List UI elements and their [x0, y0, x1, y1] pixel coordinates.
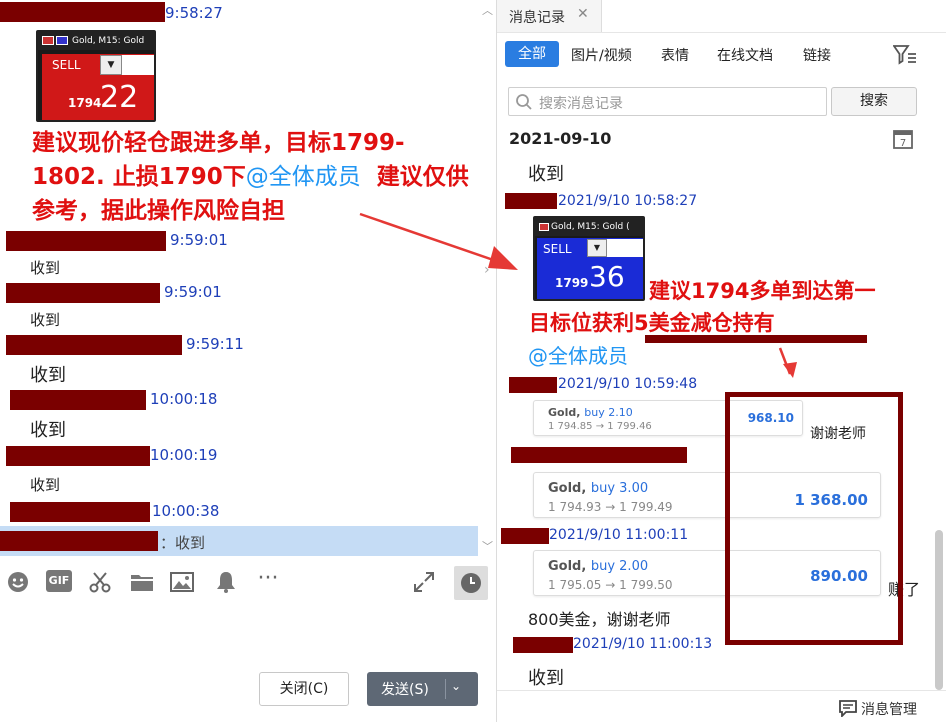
svg-text:7: 7	[900, 138, 906, 149]
message-time: 2021/9/10 10:59:48	[558, 376, 698, 392]
chat-panel: 9:58:27 Gold, M15: Gold SELL ▼ 1794 22 建…	[0, 0, 496, 722]
flag-icon	[56, 36, 68, 45]
message-text: 建议现价轻仓跟进多单，目标1799-	[32, 130, 405, 156]
message-time: 9:59:11	[186, 335, 244, 353]
message-time: 10:00:18	[150, 390, 218, 408]
bell-icon[interactable]	[214, 570, 238, 594]
clock-icon	[461, 573, 481, 593]
redacted-name	[501, 528, 549, 544]
filter-all[interactable]: 全部	[505, 41, 559, 67]
message-time: 9:59:01	[170, 231, 228, 249]
filter-sticker[interactable]: 表情	[661, 45, 689, 65]
input-toolbar: GIF ···	[0, 566, 496, 600]
dropdown-icon: ▼	[100, 55, 122, 75]
close-button[interactable]: 关闭(C)	[259, 672, 349, 706]
selected-message-row[interactable]: ：收到	[0, 526, 478, 556]
sell-label: SELL	[543, 242, 572, 256]
filter-icon[interactable]	[893, 44, 917, 66]
message-text: 建议1794多单到达第一	[649, 279, 876, 303]
sell-label: SELL	[52, 58, 81, 72]
dropdown-icon: ▼	[587, 239, 607, 257]
message-text: 1802. 止损1790下@全体成员 建议仅供	[32, 164, 469, 190]
filter-image-video[interactable]: 图片/视频	[571, 45, 632, 65]
redacted-name	[0, 531, 158, 551]
price-small: 1799	[555, 276, 589, 290]
price-big: 36	[589, 260, 625, 293]
message-text: 收到	[30, 311, 61, 329]
redacted-name	[509, 377, 557, 393]
message-time: 10:00:19	[150, 446, 218, 464]
redacted-name	[6, 335, 182, 355]
redacted-name	[513, 637, 573, 653]
emoji-icon[interactable]	[6, 570, 30, 594]
message-text: 参考，据此操作风险自担	[32, 198, 285, 224]
message-time: 2021/9/10 11:00:11	[549, 527, 689, 543]
calendar-icon[interactable]: 7	[892, 128, 914, 150]
search-field[interactable]: 搜索消息记录	[508, 87, 827, 116]
message-time: 9:59:01	[164, 283, 222, 301]
message-text: 收到	[30, 476, 61, 494]
message-text: 收到	[528, 164, 564, 185]
message-text: 收到	[30, 259, 61, 277]
trade-widget-header: Gold, M15: Gold	[38, 32, 154, 50]
gif-icon[interactable]: GIF	[46, 570, 72, 592]
trade-widget-image[interactable]: Gold, M15: Gold SELL ▼ 1794 22	[36, 30, 156, 122]
flag-icon	[539, 222, 549, 231]
chevron-down-icon[interactable]: ⌄	[451, 679, 461, 693]
message-time: 10:00:38	[152, 502, 220, 520]
redacted-name	[10, 390, 146, 410]
redacted-name	[0, 2, 165, 22]
scrollbar-thumb[interactable]	[935, 530, 943, 690]
filter-link[interactable]: 链接	[803, 45, 831, 65]
price-small: 1794	[68, 96, 102, 110]
send-button-label: 发送(S)	[381, 682, 429, 698]
close-icon[interactable]: ✕	[577, 6, 589, 22]
redacted-strip	[645, 335, 867, 343]
scissors-icon[interactable]	[88, 570, 112, 594]
history-tab[interactable]: 消息记录 ✕	[497, 0, 602, 32]
redacted-name	[6, 231, 166, 251]
price-big: 22	[100, 80, 139, 115]
search-button[interactable]: 搜索	[831, 87, 917, 116]
redacted-name	[6, 283, 160, 303]
history-tab-title: 消息记录	[509, 10, 565, 26]
mention-link[interactable]: @全体成员	[246, 164, 361, 190]
message-manage-label: 消息管理	[861, 702, 917, 718]
redacted-name	[511, 447, 687, 463]
expand-icon[interactable]	[412, 570, 436, 594]
message-text: 800美金，谢谢老师	[528, 610, 671, 629]
scroll-up-icon[interactable]: ︿	[482, 2, 493, 18]
folder-icon[interactable]	[130, 570, 154, 594]
redacted-name	[505, 193, 557, 209]
message-time: 2021/9/10 10:58:27	[558, 193, 698, 209]
highlight-box	[725, 392, 903, 645]
message-text: 收到	[30, 365, 66, 386]
chat-bubble-icon	[839, 700, 857, 717]
flag-icon	[42, 36, 54, 45]
message-text: 收到	[30, 420, 66, 441]
message-text: 收到	[528, 668, 564, 689]
redacted-name	[6, 446, 150, 466]
send-button[interactable]: 发送(S) ⌄	[367, 672, 478, 706]
redacted-name	[10, 502, 150, 522]
message-text: ：收到	[160, 534, 206, 552]
message-time: 9:58:27	[165, 4, 223, 22]
image-icon[interactable]	[170, 570, 194, 594]
collapse-arrow-icon[interactable]: ›	[484, 262, 498, 284]
date-header: 2021-09-10	[509, 129, 612, 148]
history-panel: 消息记录 ✕ 全部 图片/视频 表情 在线文档 链接 搜索消息记录 搜索 202…	[497, 0, 946, 722]
mention-link[interactable]: @全体成员	[528, 340, 628, 369]
history-button[interactable]	[454, 566, 488, 600]
scroll-down-icon[interactable]: ﹀	[482, 538, 493, 554]
trade-widget-header: Gold, M15: Gold (	[535, 218, 643, 236]
more-icon[interactable]: ···	[254, 566, 282, 591]
message-time: 2021/9/10 11:00:13	[573, 636, 713, 652]
search-icon	[516, 94, 532, 110]
search-placeholder: 搜索消息记录	[539, 96, 623, 112]
trade-widget-image[interactable]: Gold, M15: Gold ( SELL ▼ 1799 36	[533, 216, 645, 301]
filter-online-doc[interactable]: 在线文档	[717, 45, 773, 65]
